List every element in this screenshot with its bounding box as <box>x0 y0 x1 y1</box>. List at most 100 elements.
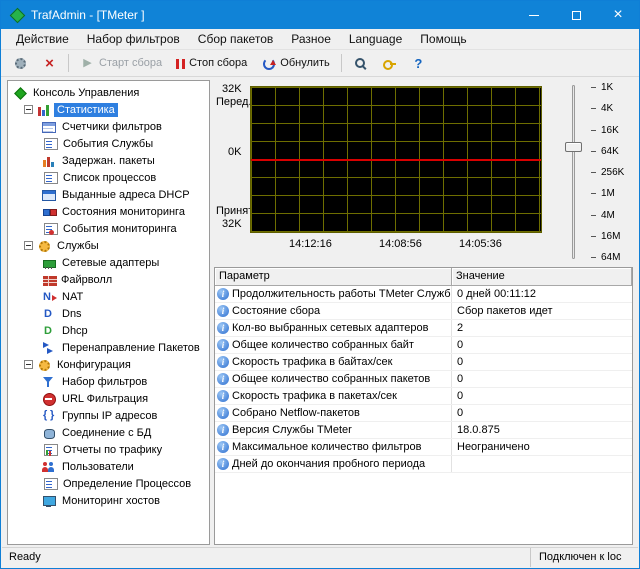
collapse-expander-icon[interactable] <box>24 360 33 369</box>
info-icon <box>217 373 229 385</box>
info-icon <box>217 441 229 453</box>
x-tick-2: 14:05:36 <box>459 238 502 250</box>
main-content: Консоль Управления Статистика Счетчики ф… <box>2 78 638 547</box>
table-row[interactable]: Общее количество собранных пакетов 0 <box>215 371 632 388</box>
sidebar-item-dhcp[interactable]: Dhcp <box>8 322 209 339</box>
delete-filter-button[interactable]: × <box>35 52 64 75</box>
sidebar-item-url-filtering[interactable]: URL Фильтрация <box>8 390 209 407</box>
minimize-icon <box>529 15 539 16</box>
scale-ticks: 1K 4K 16K 64K 256K 1M 4M 16M 64M <box>591 82 624 263</box>
table-row[interactable]: Кол-во выбранных сетевых адаптеров 2 <box>215 320 632 337</box>
detail-panel: 32K Перед. 0K Принят 32K 14:12:16 14:08:… <box>214 80 633 545</box>
menu-action[interactable]: Действие <box>7 29 78 49</box>
ip-groups-icon <box>42 409 56 423</box>
scale-label: 16M <box>601 231 620 242</box>
menu-packet-capture[interactable]: Сбор пакетов <box>189 29 282 49</box>
tick-mark <box>591 108 596 109</box>
info-icon <box>217 305 229 317</box>
sidebar-item-ip-groups[interactable]: Группы IP адресов <box>8 407 209 424</box>
sidebar-item-process-detection[interactable]: Определение Процессов <box>8 475 209 492</box>
reset-counters-button[interactable]: Обнулить <box>254 52 337 75</box>
dhcp-addresses-icon <box>42 190 56 201</box>
menu-filter-set[interactable]: Набор фильтров <box>78 29 189 49</box>
help-button[interactable]: ? <box>404 52 433 75</box>
sidebar-item-firewall[interactable]: Файрволл <box>8 271 209 288</box>
dns-icon <box>42 307 56 321</box>
table-row[interactable]: Дней до окончания пробного периода <box>215 456 632 473</box>
table-row[interactable]: Скорость трафика в байтах/сек 0 <box>215 354 632 371</box>
network-adapter-icon <box>42 256 56 270</box>
collapse-expander-icon[interactable] <box>24 241 33 250</box>
info-icon <box>217 339 229 351</box>
column-header-parameter[interactable]: Параметр <box>215 268 452 286</box>
table-row[interactable]: Скорость трафика в пакетах/сек 0 <box>215 388 632 405</box>
sidebar-item-process-list[interactable]: Список процессов <box>8 169 209 186</box>
menu-help[interactable]: Помощь <box>411 29 475 49</box>
sidebar-item-filter-set[interactable]: Набор фильтров <box>8 373 209 390</box>
sidebar-item-console-root[interactable]: Консоль Управления <box>8 84 209 101</box>
sidebar-item-packet-redirect[interactable]: Перенаправление Пакетов <box>8 339 209 356</box>
tick-mark <box>591 215 596 216</box>
info-icon <box>217 322 229 334</box>
maximize-button[interactable] <box>555 1 597 29</box>
sidebar-item-configuration[interactable]: Конфигурация <box>8 356 209 373</box>
sidebar-item-dhcp-addresses[interactable]: Выданные адреса DHCP <box>8 186 209 203</box>
sidebar-item-statistics[interactable]: Статистика <box>8 101 209 118</box>
sidebar-item-delayed-packets[interactable]: Задержан. пакеты <box>8 152 209 169</box>
gear-icon <box>13 56 28 71</box>
column-header-value[interactable]: Значение <box>452 268 632 286</box>
sidebar-item-monitoring-events[interactable]: События мониторинга <box>8 220 209 237</box>
table-row[interactable]: Собрано Netflow-пакетов 0 <box>215 405 632 422</box>
monitor-icon <box>42 494 56 508</box>
toolbar-separator <box>341 54 342 72</box>
table-row[interactable]: Максимальное количество фильтров Неогран… <box>215 439 632 456</box>
info-icon <box>217 458 229 470</box>
table-row[interactable]: Версия Службы TMeter 18.0.875 <box>215 422 632 439</box>
license-key-button[interactable] <box>375 52 404 75</box>
configuration-gear-icon <box>37 358 51 372</box>
y-axis-zero-label: 0K <box>228 146 241 158</box>
tick-mark <box>591 130 596 131</box>
minimize-button[interactable] <box>513 1 555 29</box>
sidebar-item-network-adapters[interactable]: Сетевые адаптеры <box>8 254 209 271</box>
event-log-icon <box>44 138 58 150</box>
stop-capture-button[interactable]: Стоп сбора <box>169 53 254 73</box>
close-button[interactable]: × <box>597 1 639 29</box>
title-bar: TrafAdmin - [TMeter ] × <box>1 1 639 29</box>
search-button[interactable] <box>346 52 375 75</box>
sidebar-item-nat[interactable]: NAT <box>8 288 209 305</box>
filter-funnel-icon <box>42 375 56 389</box>
monitoring-states-icon <box>42 205 56 219</box>
sidebar-item-monitoring-states[interactable]: Состояния мониторинга <box>8 203 209 220</box>
table-header: Параметр Значение <box>215 268 632 286</box>
sidebar-item-filter-counters[interactable]: Счетчики фильтров <box>8 118 209 135</box>
no-entry-icon <box>42 392 56 406</box>
table-row[interactable]: Общее количество собранных байт 0 <box>215 337 632 354</box>
stop-capture-label: Стоп сбора <box>189 57 247 69</box>
sidebar-item-host-monitoring[interactable]: Мониторинг хостов <box>8 492 209 509</box>
start-capture-button[interactable]: ▶Старт сбора <box>73 52 169 75</box>
table-row[interactable]: Продолжительность работы TMeter Службы 0… <box>215 286 632 303</box>
menu-misc[interactable]: Разное <box>282 29 340 49</box>
sidebar-item-db-connection[interactable]: Соединение с БД <box>8 424 209 441</box>
zero-traffic-line <box>251 159 541 161</box>
y-axis-top-label: 32K <box>222 83 242 95</box>
collapse-expander-icon[interactable] <box>24 105 33 114</box>
status-bar: Ready Подключен к loc <box>2 547 638 567</box>
scale-label: 4K <box>601 103 613 114</box>
table-row[interactable]: Состояние сбора Сбор пакетов идет <box>215 303 632 320</box>
sidebar-item-users[interactable]: Пользователи <box>8 458 209 475</box>
process-detection-icon <box>44 478 58 490</box>
app-window: TrafAdmin - [TMeter ] × Действие Набор ф… <box>0 0 640 569</box>
sidebar-item-dns[interactable]: Dns <box>8 305 209 322</box>
sidebar-item-traffic-reports[interactable]: Отчеты по трафику <box>8 441 209 458</box>
filter-settings-button[interactable] <box>6 52 35 75</box>
menu-language[interactable]: Language <box>340 29 411 49</box>
scale-slider-handle[interactable] <box>565 142 582 152</box>
sidebar-item-service-events[interactable]: События Службы <box>8 135 209 152</box>
tick-mark <box>591 87 596 88</box>
scale-slider-track[interactable] <box>572 85 575 259</box>
statistics-icon <box>37 103 51 117</box>
scale-label: 4M <box>601 210 615 221</box>
sidebar-item-services[interactable]: Службы <box>8 237 209 254</box>
